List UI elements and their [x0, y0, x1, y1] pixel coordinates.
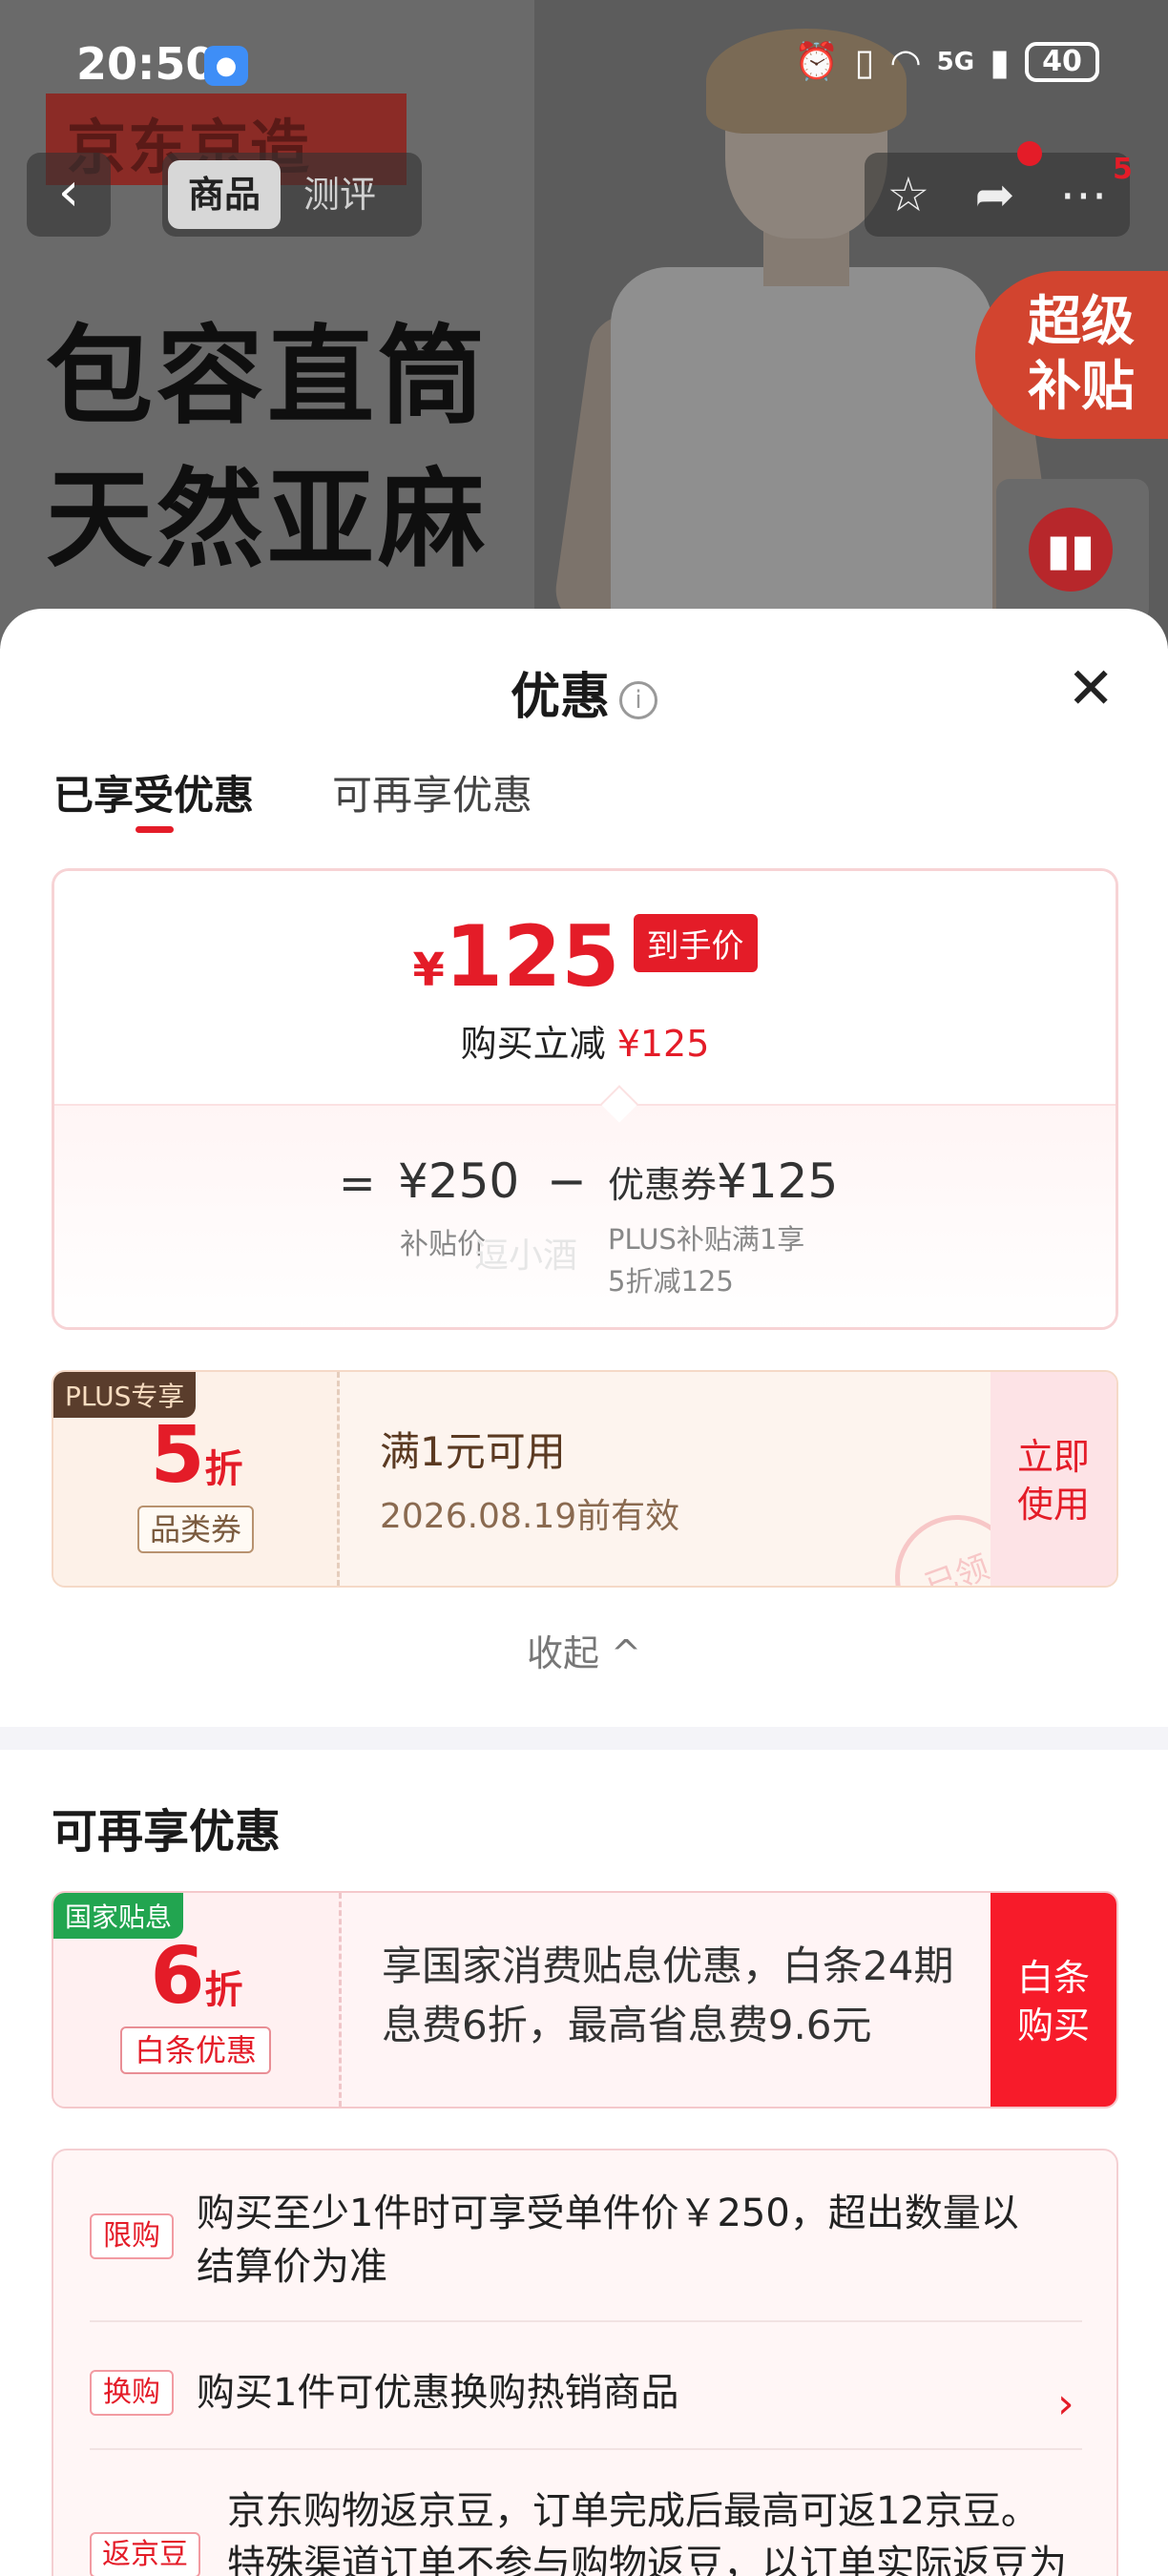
- sheet-title-text: 优惠: [510, 669, 610, 726]
- coupon-desc-line: 5折减125: [608, 1265, 734, 1298]
- star-icon[interactable]: ☆: [887, 167, 930, 222]
- signal-icon: ▮: [990, 40, 1010, 83]
- hero-slogan: 包容直筒 天然亚麻: [46, 305, 489, 592]
- sheet-title: 优惠 i: [0, 656, 1168, 728]
- discount-unit: 折: [204, 1447, 243, 1491]
- tab-more-discounts[interactable]: 可再享优惠: [332, 763, 532, 821]
- plus-coupon-card: PLUS专享 5折 品类券 满1元可用 2026.08.19前有效 已领 立即 …: [52, 1370, 1118, 1588]
- subsidy-line: 补贴: [1028, 356, 1135, 418]
- price-summary: ¥125 到手价 购买立减 ¥125: [54, 871, 1116, 1104]
- discount-sheet: 优惠 i ✕ 已享受优惠 可再享优惠 ¥125 到手价 购买立减 ¥125 = ¥2…: [0, 609, 1168, 2576]
- baitiao-description: 享国家消费贴息优惠，白条24期息费6折，最高省息费9.6元: [382, 1942, 954, 2048]
- back-button[interactable]: ‹: [27, 153, 111, 237]
- subsidy-price-label: 补贴价: [400, 1228, 486, 1261]
- vibrate-icon: ▯: [854, 40, 875, 83]
- baitiao-buy-line: 购买: [1016, 2005, 1090, 2046]
- notification-dot: [1017, 141, 1042, 166]
- subsidy-price: ¥250: [398, 1153, 520, 1209]
- baitiao-buy-button[interactable]: 白条 购买: [991, 1893, 1116, 2107]
- top-actions: ☆ ➦ ⋯: [865, 153, 1130, 237]
- more-icon[interactable]: ⋯: [1059, 167, 1107, 222]
- coupon-discount: 6折: [53, 1931, 340, 2022]
- active-tab-indicator: [136, 826, 174, 833]
- close-icon[interactable]: ✕: [1067, 660, 1115, 717]
- instant-discount-label: 购买立减: [460, 1023, 606, 1065]
- tab-product[interactable]: 商品: [168, 160, 281, 229]
- battery-icon: 40: [1025, 41, 1099, 82]
- use-now-line: 使用: [1016, 1484, 1090, 1526]
- alarm-icon: ⏰: [794, 40, 840, 82]
- chevron-right-icon[interactable]: ›: [1057, 2379, 1074, 2428]
- coupon-deduction: 优惠券¥125: [608, 1153, 838, 1209]
- info-icon[interactable]: i: [619, 681, 657, 719]
- network-label: 5G: [936, 47, 975, 76]
- chevron-left-icon: ‹: [57, 161, 80, 223]
- coupon-discount: 5折: [53, 1410, 340, 1501]
- message-count-badge: 5: [1113, 153, 1133, 186]
- slogan-line: 包容直筒: [46, 315, 489, 439]
- collapse-toggle[interactable]: 收起 ^: [0, 1624, 1168, 1676]
- final-price-row: ¥125 到手价: [54, 907, 1116, 1006]
- coupon-desc-line: PLUS补贴满1享: [608, 1223, 805, 1256]
- system-icons: ⏰ ▯ ◠ 5G ▮ 40: [794, 40, 1099, 83]
- instant-discount-value: ¥125: [616, 1023, 710, 1065]
- rule-text-jingdou: 京东购物返京豆，订单完成后最高可返12京豆。特殊渠道订单不参与购物返豆，以订单实…: [227, 2489, 1067, 2576]
- category-coupon-tag: 品类券: [137, 1506, 254, 1553]
- coupon-deduction-value: ¥125: [717, 1153, 839, 1209]
- coupon-validity: 2026.08.19前有效: [380, 1497, 680, 1536]
- product-tab-switcher: 商品 测评: [162, 153, 422, 237]
- wifi-icon: ◠: [889, 40, 922, 83]
- model-shirt: [611, 267, 992, 649]
- coupon-left-panel: 国家贴息 6折 白条优惠: [53, 1893, 342, 2107]
- rule-divider: [90, 2320, 1082, 2322]
- use-now-button[interactable]: 立即 使用: [991, 1372, 1116, 1586]
- coupon-deduction-desc: PLUS补贴满1享 5折减125: [608, 1218, 804, 1302]
- equals-sign: =: [339, 1157, 376, 1209]
- final-price-card: ¥125 到手价 购买立减 ¥125 = ¥250 补贴价 逗小酒 − 优惠券¥1…: [52, 868, 1118, 1330]
- discount-number: 6: [150, 1931, 205, 2022]
- purchase-rules-box: 限购 购买至少1件时可享受单件价￥250，超出数量以结算价为准 换购 购买1件可…: [52, 2149, 1118, 2576]
- baitiao-discount-tag: 白条优惠: [120, 2026, 271, 2074]
- more-discounts-title: 可再享优惠: [52, 1805, 282, 1859]
- rule-tag-limit: 限购: [90, 2213, 174, 2259]
- watermark: 逗小酒: [474, 1236, 578, 1276]
- final-price: 125: [444, 907, 620, 1006]
- tab-enjoyed-discounts[interactable]: 已享受优惠: [53, 763, 254, 821]
- discount-unit: 折: [204, 1968, 243, 2012]
- instant-discount-row: 购买立减 ¥125: [54, 1014, 1116, 1067]
- coupon-condition: 满1元可用: [380, 1428, 566, 1475]
- share-icon[interactable]: ➦: [974, 167, 1014, 222]
- message-app-icon: ●: [204, 46, 248, 86]
- super-subsidy-badge[interactable]: 超级 补贴: [975, 271, 1168, 439]
- slogan-line: 天然亚麻: [46, 458, 489, 582]
- bar-chart-icon: ▮▮: [1029, 508, 1113, 592]
- rule-tag-jingdou: 返京豆: [90, 2532, 200, 2576]
- coupon-left-panel: PLUS专享 5折 品类券: [53, 1372, 340, 1586]
- coupon-deduction-label: 优惠券: [608, 1164, 718, 1206]
- status-bar: 20:50 ● ⏰ ▯ ◠ 5G ▮ 40: [0, 0, 1168, 134]
- rule-tag-exchange: 换购: [90, 2370, 174, 2416]
- final-price-badge: 到手价: [633, 914, 758, 972]
- baitiao-coupon-card: 国家贴息 6折 白条优惠 享国家消费贴息优惠，白条24期息费6折，最高省息费9.…: [52, 1891, 1118, 2109]
- subsidy-line: 超级: [1028, 291, 1135, 353]
- currency-symbol: ¥: [412, 944, 445, 997]
- price-chart-button[interactable]: ▮▮: [996, 479, 1149, 622]
- minus-sign: −: [547, 1153, 587, 1209]
- section-divider: [0, 1727, 1168, 1750]
- rule-divider: [90, 2448, 1082, 2450]
- status-time: 20:50: [76, 38, 217, 90]
- price-breakdown: [54, 1104, 1116, 1327]
- use-now-line: 立即: [1016, 1436, 1090, 1478]
- rule-text-limit: 购买至少1件时可享受单件价￥250，超出数量以结算价为准: [197, 2192, 1019, 2289]
- discount-number: 5: [150, 1410, 205, 1501]
- tab-review[interactable]: 测评: [303, 160, 376, 229]
- baitiao-buy-line: 白条: [1016, 1957, 1090, 1999]
- rule-text-exchange[interactable]: 购买1件可优惠换购热销商品: [197, 2366, 1017, 2420]
